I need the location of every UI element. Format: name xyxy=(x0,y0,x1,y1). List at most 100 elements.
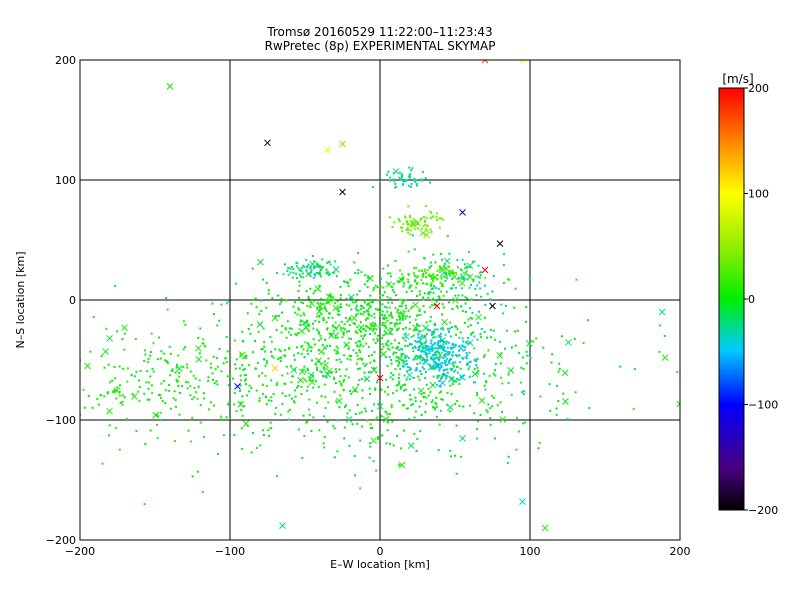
data-point xyxy=(398,220,401,223)
data-point xyxy=(458,279,466,287)
data-point xyxy=(315,271,318,274)
data-point xyxy=(476,338,479,341)
data-point xyxy=(281,374,284,377)
data-point xyxy=(483,372,486,375)
data-point xyxy=(658,308,666,316)
data-point xyxy=(263,345,266,348)
data-point xyxy=(364,299,367,302)
data-point xyxy=(334,298,337,301)
data-point xyxy=(433,298,436,301)
data-point xyxy=(364,333,367,336)
data-point xyxy=(398,315,401,318)
data-point xyxy=(338,380,341,383)
data-point xyxy=(131,393,134,396)
data-point xyxy=(456,400,459,403)
data-point xyxy=(354,413,357,416)
data-point xyxy=(432,343,435,346)
data-point xyxy=(407,273,410,276)
data-point xyxy=(160,350,163,353)
data-point xyxy=(376,337,379,340)
data-point xyxy=(435,383,438,386)
data-point xyxy=(348,293,355,301)
data-point xyxy=(336,450,339,453)
data-point xyxy=(483,355,486,358)
data-point xyxy=(444,353,447,356)
data-point xyxy=(257,331,260,334)
data-point xyxy=(434,347,437,350)
data-point xyxy=(307,347,310,350)
data-point xyxy=(374,341,377,344)
data-point xyxy=(415,267,418,270)
data-point xyxy=(339,285,342,288)
data-point xyxy=(307,344,310,347)
data-point xyxy=(366,286,369,289)
data-point xyxy=(343,378,346,381)
data-point xyxy=(345,297,348,300)
data-point xyxy=(413,267,416,270)
data-point xyxy=(419,370,422,373)
data-point xyxy=(442,343,445,346)
data-point xyxy=(312,416,315,419)
data-point xyxy=(361,397,364,400)
data-point xyxy=(441,361,444,364)
data-point xyxy=(434,323,437,326)
data-point xyxy=(319,302,322,305)
data-point xyxy=(164,389,167,392)
data-point xyxy=(384,325,387,328)
data-point xyxy=(334,368,337,371)
data-point xyxy=(240,427,243,430)
data-point xyxy=(301,345,304,348)
data-point xyxy=(381,313,384,316)
data-point xyxy=(469,265,472,268)
data-point xyxy=(435,300,438,303)
data-point xyxy=(420,355,423,358)
data-point xyxy=(381,321,384,324)
data-point xyxy=(372,289,375,292)
data-point xyxy=(330,299,333,302)
data-point xyxy=(418,339,421,342)
data-point xyxy=(391,301,394,304)
data-point xyxy=(244,383,247,386)
data-point xyxy=(435,361,438,364)
data-point xyxy=(264,374,267,377)
data-point xyxy=(478,397,486,404)
data-point xyxy=(432,332,435,335)
data-point xyxy=(239,355,242,358)
data-point xyxy=(318,266,321,269)
data-point xyxy=(413,228,416,231)
data-point xyxy=(339,327,342,330)
data-point xyxy=(364,274,367,277)
data-point xyxy=(91,406,94,409)
data-point xyxy=(241,330,244,333)
data-point xyxy=(279,360,282,363)
data-point xyxy=(431,399,434,402)
data-point xyxy=(232,377,235,380)
data-point xyxy=(307,329,310,332)
data-point xyxy=(418,324,421,327)
data-point xyxy=(423,311,426,314)
data-point xyxy=(373,360,376,363)
data-point xyxy=(475,427,478,430)
data-point xyxy=(379,305,382,308)
data-point xyxy=(401,173,404,176)
data-point xyxy=(252,298,255,301)
data-point xyxy=(356,403,359,406)
data-point xyxy=(169,407,172,410)
data-point xyxy=(479,333,482,336)
data-point xyxy=(432,354,435,357)
data-point xyxy=(267,399,270,402)
data-point xyxy=(389,179,392,182)
data-point xyxy=(349,278,352,281)
data-point xyxy=(327,316,330,319)
data-point xyxy=(462,405,465,408)
data-point xyxy=(391,346,394,349)
data-point xyxy=(325,376,328,379)
data-point xyxy=(270,350,273,353)
data-point xyxy=(516,416,519,419)
data-point xyxy=(315,315,318,318)
data-point xyxy=(307,263,310,266)
data-point xyxy=(379,298,382,301)
data-point xyxy=(491,290,494,293)
data-point xyxy=(388,306,391,309)
data-point xyxy=(297,428,300,431)
